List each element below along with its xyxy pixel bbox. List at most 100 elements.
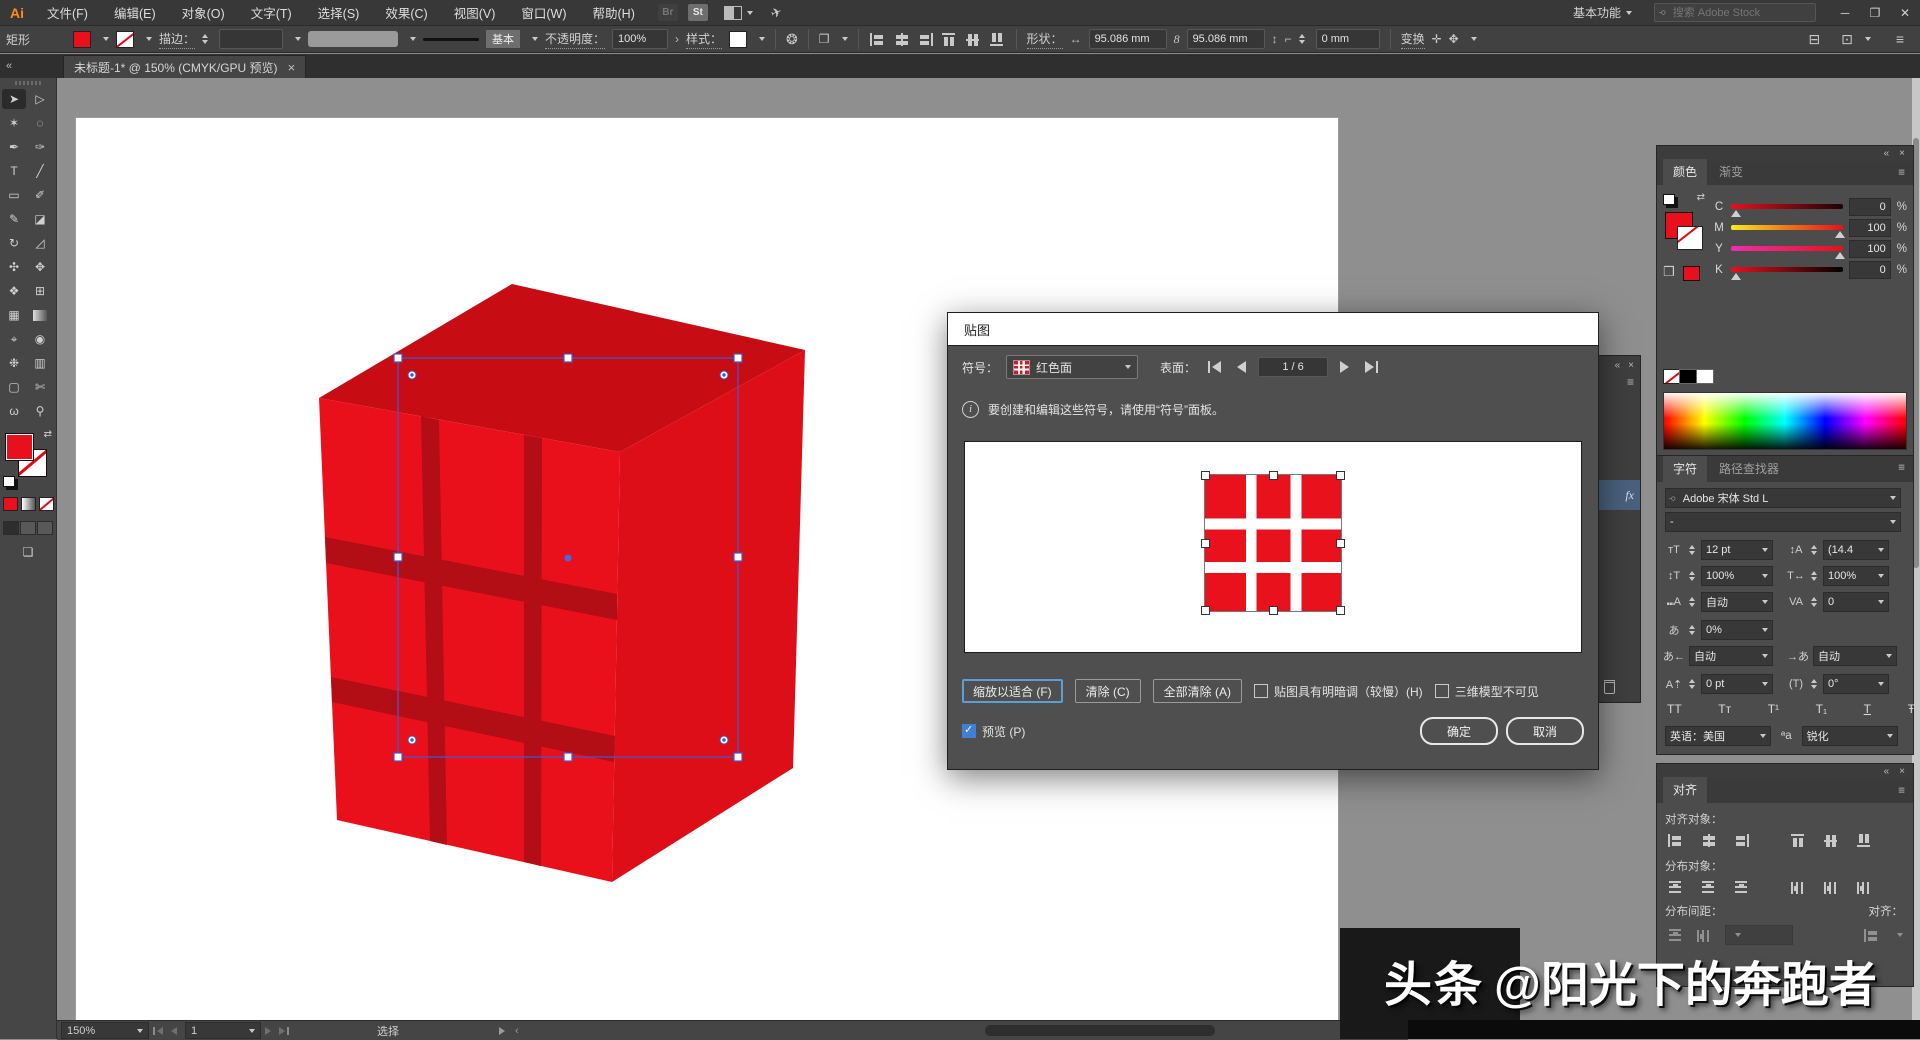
first-artboard-button[interactable] (153, 1027, 163, 1035)
stroke-stepper[interactable] (202, 34, 208, 44)
chevron-down-icon[interactable] (103, 37, 109, 41)
black-slider[interactable] (1731, 267, 1843, 272)
last-surface-button[interactable] (1365, 361, 1378, 373)
shape-builder-tool[interactable]: ❖ (2, 281, 26, 301)
clear-all-button[interactable]: 全部清除 (A) (1153, 679, 1242, 703)
selection-center-point[interactable] (565, 555, 572, 562)
align-right-icon[interactable] (917, 32, 934, 47)
stroke-weight-field[interactable] (219, 29, 283, 49)
menu-object[interactable]: 对象(O) (169, 3, 238, 22)
cyan-slider-thumb[interactable] (1731, 210, 1741, 217)
appearance-fx-row[interactable]: fx (1596, 480, 1640, 510)
magenta-slider-thumb[interactable] (1835, 231, 1845, 238)
opacity-label[interactable]: 不透明度： (545, 30, 605, 49)
underline-button[interactable]: T (1864, 702, 1871, 716)
chevron-down-icon[interactable] (1865, 37, 1871, 41)
zoom-tool[interactable]: ⚲ (28, 401, 52, 421)
menu-view[interactable]: 视图(V) (441, 3, 509, 22)
eyedropper-tool[interactable]: ⌖ (2, 329, 26, 349)
shaper-tool[interactable]: ✎ (2, 209, 26, 229)
align-to-selection-icon[interactable] (1863, 928, 1880, 943)
rectangle-tool[interactable]: ▭ (2, 185, 26, 205)
distribute-right-icon[interactable] (1856, 880, 1873, 895)
type-tool[interactable]: T (2, 161, 26, 181)
next-artboard-button[interactable] (265, 1027, 271, 1035)
zoom-level-field[interactable]: 150% (61, 1022, 149, 1039)
color-spectrum[interactable] (1663, 392, 1907, 450)
font-style-field[interactable]: - (1665, 512, 1901, 532)
chevron-down-icon[interactable] (1471, 37, 1477, 41)
chevron-down-icon[interactable] (410, 37, 416, 41)
preview-checkbox[interactable]: 预览 (P) (962, 723, 1025, 740)
cancel-button[interactable]: 取消 (1506, 717, 1584, 745)
distribute-top-icon[interactable] (1667, 880, 1684, 895)
font-size-stepper[interactable] (1689, 545, 1695, 555)
cyan-value[interactable]: 0 (1849, 198, 1891, 216)
direct-selection-tool[interactable]: ▷ (28, 89, 52, 109)
chevron-down-icon[interactable] (759, 37, 765, 41)
chevron-down-icon[interactable] (1626, 11, 1632, 15)
menu-effect[interactable]: 效果(C) (372, 3, 440, 22)
artboard-tool[interactable]: ▢ (2, 377, 26, 397)
mesh-tool[interactable]: ▦ (2, 305, 26, 325)
font-size-field[interactable]: 12 pt (1701, 540, 1773, 560)
collapse-panel-icon[interactable]: « (1884, 148, 1890, 159)
insert-space-left-field[interactable]: 自动 (1689, 646, 1773, 666)
menu-select[interactable]: 选择(S) (305, 3, 373, 22)
none-swatch[interactable] (1663, 369, 1680, 384)
column-graph-tool[interactable]: ▥ (28, 353, 52, 373)
align-vertical-center-icon[interactable] (965, 32, 982, 47)
document-tab[interactable]: 未标题-1* @ 150% (CMYK/GPU 预览) × (63, 55, 306, 78)
menu-type[interactable]: 文字(T) (238, 3, 305, 22)
link-dimensions-icon[interactable]: 8 (1174, 32, 1180, 47)
close-panel-icon[interactable]: × (1899, 766, 1905, 777)
minimize-button[interactable]: ─ (1830, 6, 1860, 20)
perspective-grid-tool[interactable]: ⊞ (28, 281, 52, 301)
leading-stepper[interactable] (1811, 545, 1817, 555)
arrange-documents-icon[interactable] (724, 6, 742, 20)
symbol-handle[interactable] (1269, 606, 1278, 615)
swap-colors-icon[interactable]: ⇄ (1697, 192, 1705, 203)
close-tab-icon[interactable]: × (288, 60, 296, 75)
last-artboard-button[interactable] (279, 1027, 289, 1035)
symbol-handle[interactable] (1336, 539, 1345, 548)
tab-character[interactable]: 字符 (1663, 456, 1707, 482)
scale-to-fit-button[interactable]: 缩放以适合 (F) (962, 679, 1063, 703)
yellow-slider-thumb[interactable] (1835, 252, 1845, 259)
symbol-handle[interactable] (1336, 606, 1345, 615)
cyan-slider[interactable] (1731, 204, 1843, 209)
distribute-bottom-icon[interactable] (1733, 880, 1750, 895)
lasso-tool[interactable]: ◌ (28, 113, 52, 133)
corner-radius-field[interactable]: 0 mm (1316, 29, 1380, 49)
search-input[interactable] (1671, 6, 1795, 20)
kerning-field[interactable]: 自动 (1701, 592, 1773, 612)
draw-inside-button[interactable] (37, 521, 53, 535)
horizontal-scale-field[interactable]: 100% (1823, 566, 1889, 586)
pen-tool[interactable]: ✒ (2, 137, 26, 157)
rotate-tool[interactable]: ↻ (2, 233, 26, 253)
transform-link[interactable]: 变换 (1401, 30, 1425, 49)
magenta-value[interactable]: 100 (1849, 219, 1891, 237)
opacity-options-chevron[interactable]: › (675, 32, 679, 46)
panel-menu-icon[interactable]: ≡ (1898, 167, 1905, 179)
delete-icon[interactable] (1604, 680, 1615, 694)
none-mode-button[interactable] (39, 497, 54, 511)
baseline-shift-field[interactable]: 0 pt (1701, 674, 1773, 694)
collapse-panel-icon[interactable]: « (1615, 360, 1621, 371)
distribute-horizontal-center-icon[interactable] (1823, 880, 1840, 895)
panel-menu-icon[interactable]: ≡ (1898, 785, 1905, 797)
map-art-preview[interactable] (964, 441, 1582, 653)
menu-help[interactable]: 帮助(H) (580, 3, 648, 22)
superscript-button[interactable]: T¹ (1768, 702, 1779, 716)
menu-file[interactable]: 文件(F) (34, 3, 101, 22)
distribute-spacing-field[interactable] (1725, 925, 1793, 945)
first-surface-button[interactable] (1208, 361, 1221, 373)
stroke-proxy-swatch[interactable] (1677, 226, 1703, 250)
proportional-spacing-stepper[interactable] (1689, 625, 1695, 635)
align-top-icon[interactable] (1790, 833, 1807, 848)
stock-icon[interactable]: St (688, 4, 708, 21)
shape-height-field[interactable]: 95.086 mm (1187, 29, 1265, 49)
magenta-slider[interactable] (1731, 225, 1843, 230)
style-swatch[interactable] (729, 31, 747, 48)
menu-window[interactable]: 窗口(W) (508, 3, 579, 22)
